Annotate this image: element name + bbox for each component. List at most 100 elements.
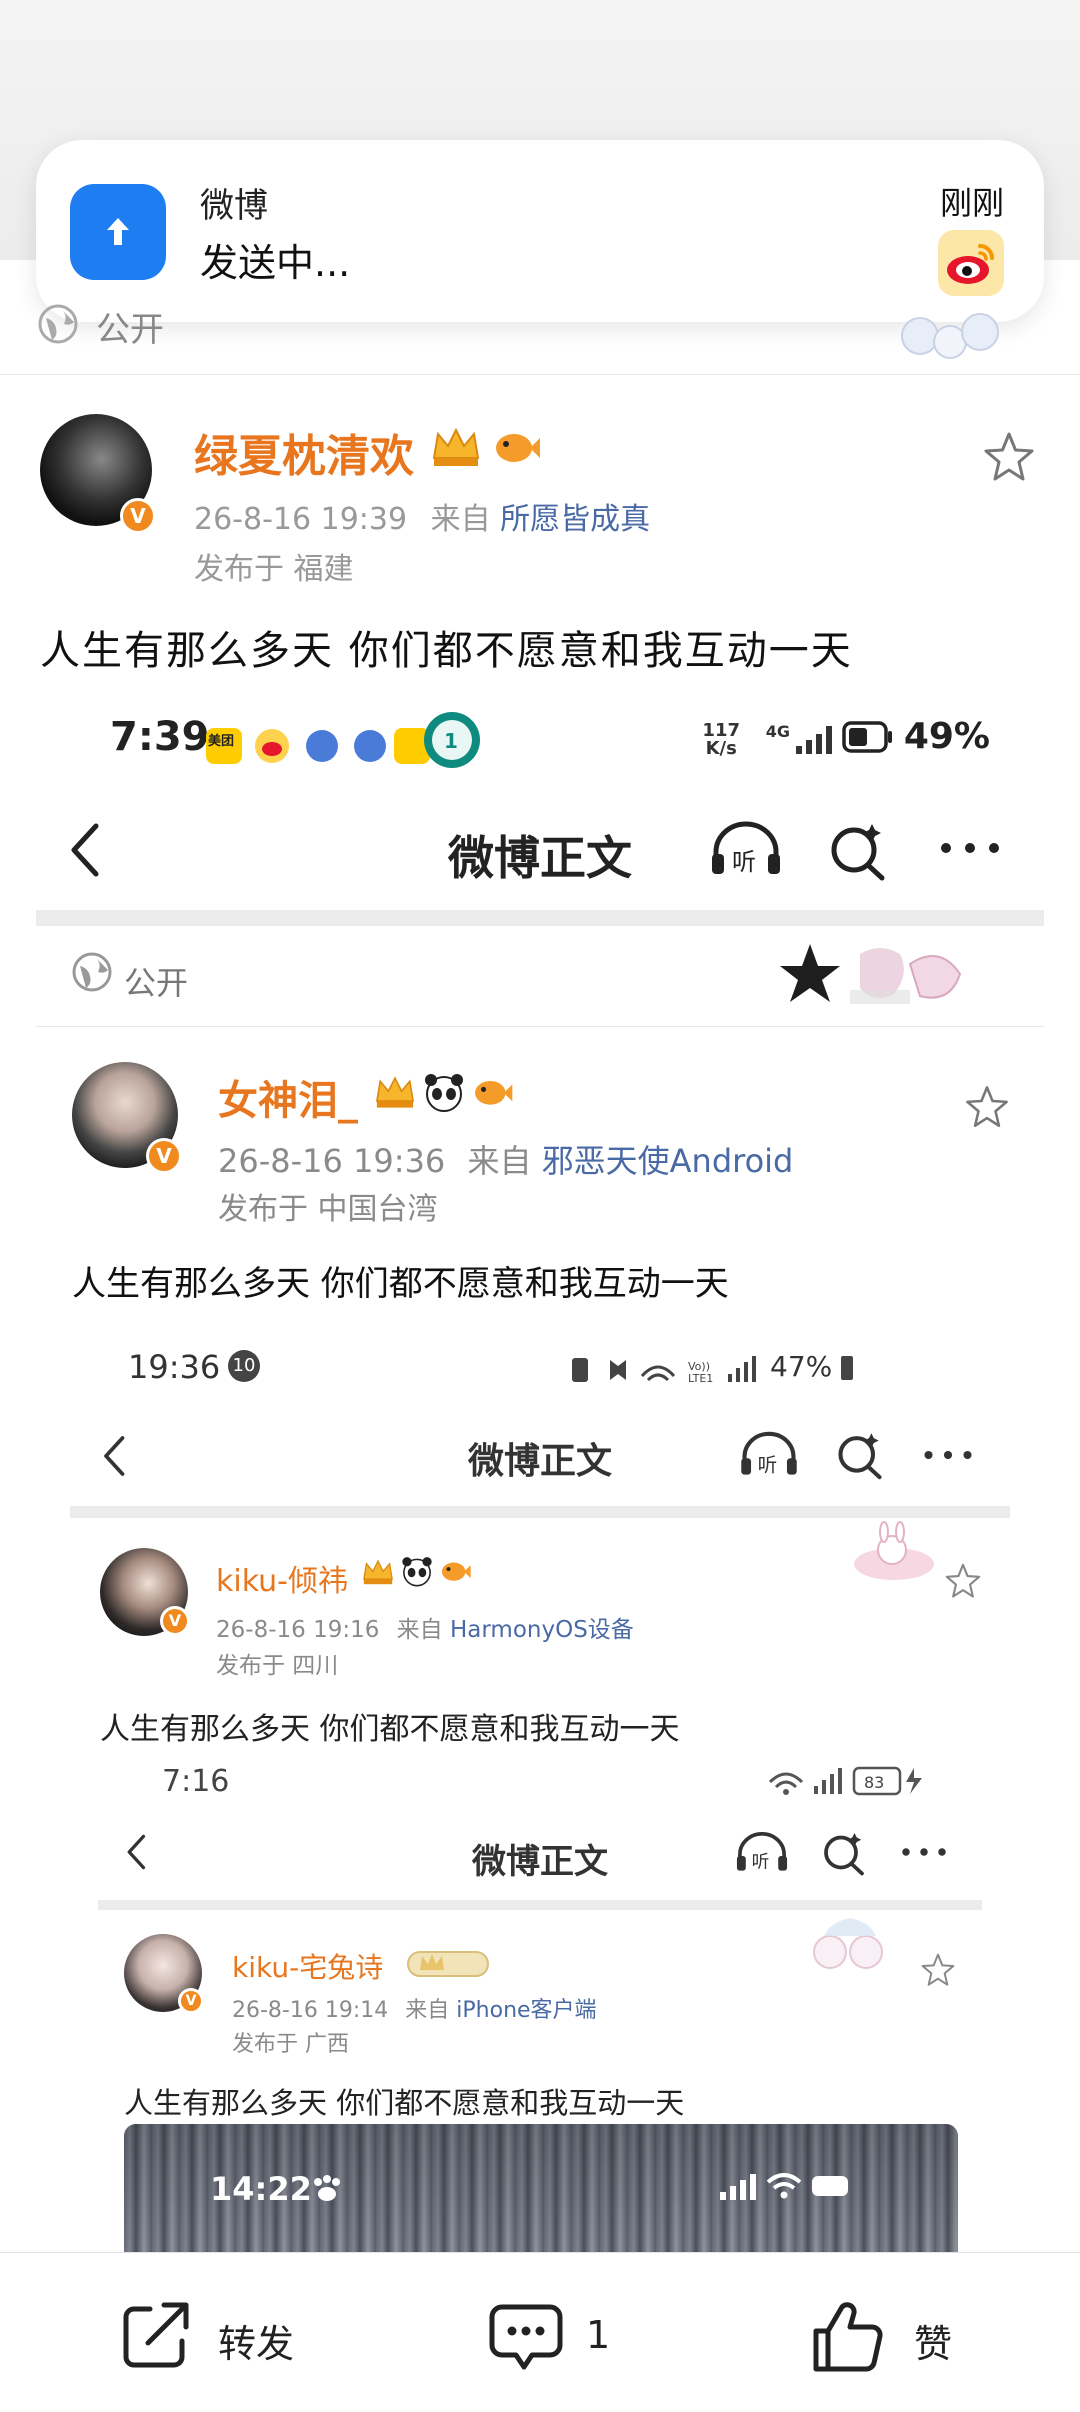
decoration-bunny-icon [854,1521,934,1580]
crown-badge-icon [375,1076,415,1108]
listen-icon[interactable]: 听 [738,1430,800,1480]
post-username[interactable]: 绿夏枕清欢 [194,420,414,484]
verified-badge-icon: V [146,1138,182,1174]
fish-badge-icon [441,1562,471,1581]
comment-button[interactable]: 1 [486,2297,646,2377]
status-time: 19:36 [128,1348,221,1386]
post-source[interactable]: 所愿皆成真 [500,502,650,537]
battery-value: 83 [864,1773,884,1792]
post-meta: 26-8-16 19:16 来自 HarmonyOS设备 [216,1610,634,1644]
divider [0,374,1080,375]
net-speed: 117 K/s [702,722,740,758]
thumbs-up-icon [813,2302,883,2372]
verified-badge-icon: V [120,498,156,534]
repost-button[interactable]: 转发 [118,2297,318,2377]
svg-text:听: 听 [758,1453,778,1476]
battery-value: 47% [770,1350,833,1383]
favorite-star-icon[interactable] [964,1084,1010,1130]
crown-badge-icon [363,1559,393,1585]
favorite-star-icon[interactable] [920,1952,956,1988]
upload-notification[interactable]: 微博 发送中... 刚刚 [36,140,1044,322]
post-date: 26-8-16 19:16 [216,1617,380,1643]
comment-count: 1 [586,2313,611,2357]
source-prefix: 来自 [405,1998,450,2023]
notification-message: 发送中... [200,241,351,285]
source-prefix: 来自 [430,502,491,537]
membership-badge-icon [407,1951,489,1977]
section-separator [70,1506,1010,1518]
repost-label: 转发 [218,2322,295,2366]
search-icon[interactable] [826,820,890,884]
post-date: 26-8-16 19:36 [218,1142,446,1180]
nav-title: 微博正文 [472,1842,608,1882]
paw-icon [314,2175,340,2201]
svg-text:1: 1 [444,729,458,753]
status-time: 7:39 [110,714,210,760]
post-username[interactable]: 女神泪_ [218,1068,358,1126]
status-icons: 83 [768,1766,922,1796]
like-button[interactable]: 赞 [808,2297,968,2377]
search-icon[interactable] [820,1830,868,1878]
decoration-stars-icon [780,944,962,1004]
battery-percent: 49% [903,716,990,757]
panda-badge-icon [425,1074,463,1112]
post-source[interactable]: HarmonyOS设备 [450,1617,634,1643]
post-content: 人生有那么多天 你们都不愿意和我互动一天 [100,1712,680,1747]
floating-app-icon: 1 [424,712,480,768]
status-app-icons [206,728,430,764]
battery-percent: 47% [770,1350,854,1383]
post-meta: 26-8-16 19:39 来自 所愿皆成真 [194,494,650,538]
bottom-action-bar: 转发 1 赞 [0,2252,1080,2412]
search-icon[interactable] [834,1430,886,1482]
post-source[interactable]: iPhone客户端 [456,1998,596,2023]
post-date: 26-8-16 19:14 [232,1998,389,2023]
decoration-flowers-icon [901,313,999,359]
listen-icon[interactable]: 听 [708,820,784,880]
post-location: 发布于 广西 [232,2032,349,2057]
post-meta: 26-8-16 19:14 来自 iPhone客户端 [232,1992,597,2024]
post-content: 人生有那么多天 你们都不愿意和我互动一天 [72,1264,729,1304]
status-time: 7:16 [162,1764,230,1799]
decoration-cats-icon [813,1918,883,1969]
more-icon[interactable] [938,840,1002,856]
post-image[interactable]: 14:22 [124,2124,958,2254]
notification-time: 刚刚 [939,184,1004,222]
favorite-star-icon[interactable] [982,430,1036,484]
status-icons: Vo)) LTE1 [572,1356,756,1385]
post-username[interactable]: kiku-宅兔诗 [232,1946,383,1986]
post-location: 发布于 中国台湾 [218,1192,438,1227]
visibility-row: 公开 [36,298,1036,350]
battery-icon [841,1356,854,1380]
post-username[interactable]: kiku-倾祎 [216,1556,348,1600]
section-separator [98,1900,982,1910]
post-source[interactable]: 邪恶天使Android [542,1142,794,1180]
favorite-star-icon[interactable] [944,1562,982,1600]
notification-app-name: 微博 [200,186,268,226]
crown-badge-icon [432,427,480,466]
net-speed-unit: K/s [705,738,737,759]
verified-badge-icon: V [178,1988,204,2014]
verified-badge-icon: V [160,1606,190,1636]
post-location: 发布于 四川 [216,1653,339,1679]
visibility-label: 公开 [124,964,189,1002]
meituan-icon-label: 美团 [208,734,235,749]
signal-icon [796,726,832,754]
divider [36,1026,1044,1027]
nav-title: 微博正文 [467,1441,612,1482]
status-icons [720,2173,848,2200]
post-location: 发布于 福建 [194,552,354,587]
screenshot-status-bar: 7:39 美团 1 117 K/s 4G 49% [110,710,990,770]
listen-icon[interactable]: 听 [734,1830,790,1876]
svg-text:LTE1: LTE1 [688,1372,713,1385]
globe-icon [72,952,112,992]
more-icon[interactable] [922,1448,974,1462]
notification-count-badge: 10 [228,1350,260,1382]
like-label: 赞 [914,2322,953,2366]
post-date: 26-8-16 19:39 [194,502,408,537]
globe-icon [38,304,78,344]
image-status-time: 14:22 [210,2170,312,2208]
nav-title: 微博正文 [448,831,632,885]
more-icon[interactable] [900,1846,948,1858]
svg-text:听: 听 [752,1852,770,1873]
visibility-label: 公开 [96,310,164,350]
